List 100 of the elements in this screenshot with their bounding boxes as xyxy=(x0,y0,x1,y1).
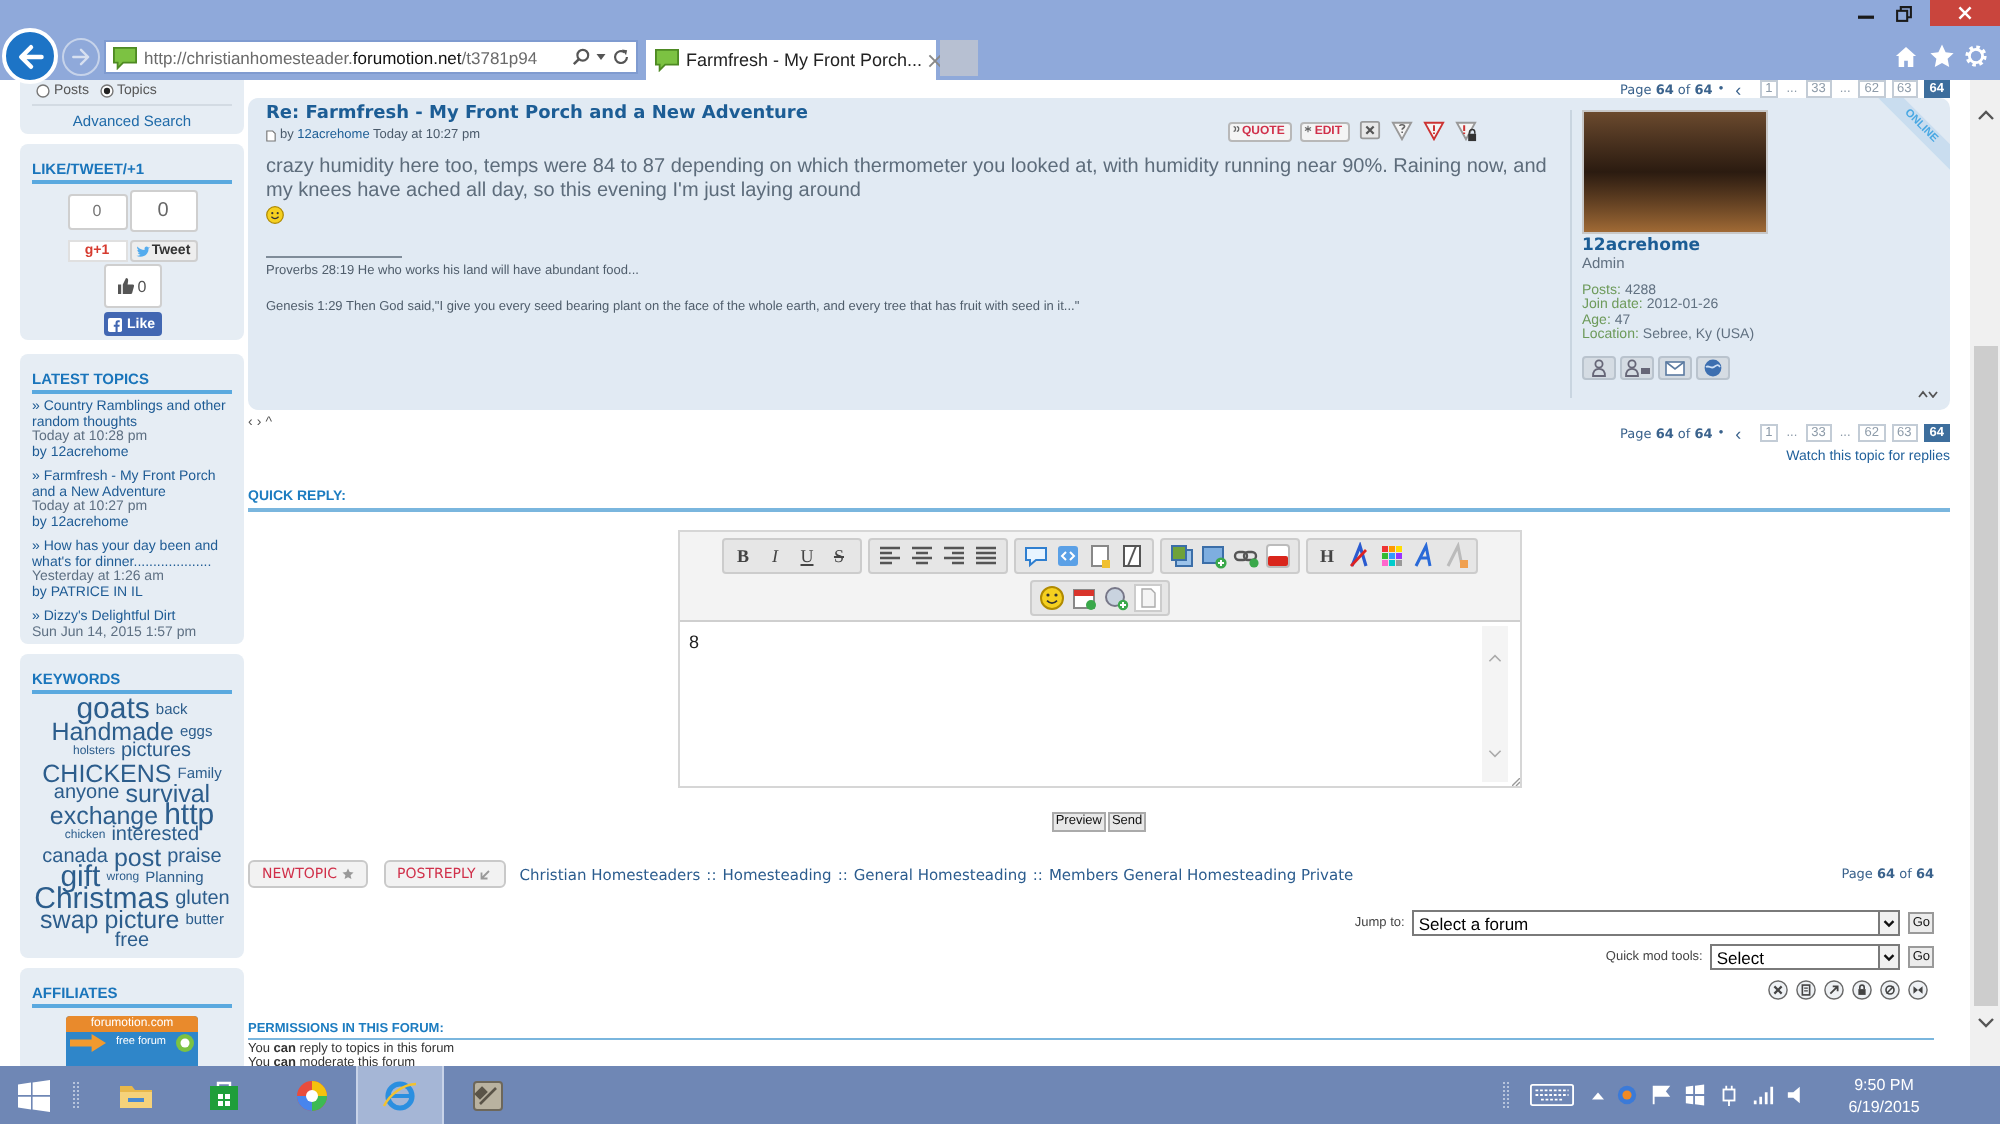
close-icon[interactable] xyxy=(928,53,943,67)
help-triangle-icon[interactable] xyxy=(1390,120,1414,142)
split-page-icon[interactable] xyxy=(1117,542,1145,570)
image-icon[interactable] xyxy=(1167,542,1195,570)
bird-icon xyxy=(135,245,150,257)
align-left-icon[interactable] xyxy=(875,542,903,570)
scrollbar-thumb[interactable] xyxy=(1973,346,1997,1006)
align-right-icon[interactable] xyxy=(939,542,967,570)
previous-page-link[interactable]: ‹ xyxy=(1735,81,1742,97)
radio-button[interactable] xyxy=(36,84,50,98)
star-icon[interactable] xyxy=(1930,44,1954,68)
video-icon[interactable] xyxy=(1263,542,1291,570)
close-window-button[interactable] xyxy=(1930,0,2000,26)
keyword-link[interactable]: interested xyxy=(111,826,200,847)
keyword-link[interactable]: CHICKENS xyxy=(42,763,172,784)
browser-tab[interactable]: Farmfresh - My Front Porch... xyxy=(646,40,936,80)
keyword-link[interactable]: survival xyxy=(125,784,211,805)
asterisk-icon xyxy=(1304,123,1313,133)
author-name-link[interactable]: 12acrehome xyxy=(1582,238,1950,256)
speech-bubble-icon[interactable] xyxy=(1021,542,1049,570)
page-scrollbar[interactable] xyxy=(1970,80,2000,1066)
delete-icon[interactable] xyxy=(1358,120,1382,142)
slash-icon[interactable] xyxy=(1880,980,1900,1000)
caret-up-icon[interactable] xyxy=(1592,1091,1604,1099)
clipboard-icon[interactable] xyxy=(1796,980,1816,1000)
underline-button[interactable]: U xyxy=(793,542,821,570)
italic-button[interactable]: I xyxy=(761,542,789,570)
signal-bars-icon[interactable] xyxy=(1752,1084,1774,1106)
back-button[interactable] xyxy=(2,28,58,84)
delete-icon[interactable] xyxy=(1768,980,1788,1000)
forum-select[interactable]: Select a forum xyxy=(1412,910,1901,936)
heading-button[interactable]: H xyxy=(1313,542,1341,570)
keyword-link[interactable]: Christmas xyxy=(34,889,170,910)
globe-icon[interactable] xyxy=(1696,356,1730,381)
keyboard-icon[interactable] xyxy=(1530,1084,1574,1106)
color-grid-icon[interactable] xyxy=(1377,542,1405,570)
envelope-icon[interactable] xyxy=(1658,356,1692,381)
image-add-icon[interactable] xyxy=(1199,542,1227,570)
home-icon[interactable] xyxy=(1894,46,1918,68)
page-icon xyxy=(266,130,276,142)
post-title[interactable]: Re: Farmfresh - My Front Porch and a New Adventure xyxy=(266,104,808,126)
person-message-icon[interactable] xyxy=(1620,356,1654,381)
lock-icon[interactable] xyxy=(1852,980,1872,1000)
radio-button[interactable] xyxy=(99,84,114,98)
message-field[interactable]: 8 xyxy=(679,622,1481,786)
search-icon[interactable] xyxy=(572,48,590,66)
speech-bubble-icon xyxy=(112,45,138,69)
resize-grip-icon[interactable] xyxy=(1511,778,1519,786)
settings-icon[interactable] xyxy=(1964,44,1988,68)
code-window-icon[interactable] xyxy=(1053,542,1081,570)
arrow-icon[interactable] xyxy=(1824,980,1844,1000)
browser-icon xyxy=(382,1077,418,1113)
keyword-link[interactable]: picture xyxy=(104,910,180,931)
clock-time: 9:50 PM xyxy=(1854,1073,1914,1095)
arrow-left-icon xyxy=(15,41,45,71)
power-plug-icon[interactable] xyxy=(1718,1084,1740,1106)
warning-triangle-icon[interactable] xyxy=(1422,120,1446,142)
chevron-up-icon[interactable] xyxy=(1977,110,1993,120)
shopping-bag-icon xyxy=(206,1077,242,1113)
speech-bubble-icon xyxy=(654,48,680,72)
keyword-link[interactable]: goats xyxy=(76,700,150,721)
keyword-link[interactable]: exchange xyxy=(49,805,159,826)
merge-icon[interactable] xyxy=(1908,980,1928,1000)
align-justify-icon[interactable] xyxy=(971,542,999,570)
flag-icon[interactable] xyxy=(1650,1084,1672,1106)
refresh-icon[interactable] xyxy=(612,48,630,66)
address-bar[interactable]: http://christianhomesteader.forumotion.net/t3781p94 xyxy=(104,40,638,74)
keyword-link[interactable]: anyone xyxy=(53,784,120,805)
text-color-icon[interactable] xyxy=(1345,542,1373,570)
keyword-link[interactable]: praise xyxy=(167,847,222,868)
up-down-arrows-icon[interactable] xyxy=(1918,390,1938,398)
align-center-icon[interactable] xyxy=(907,542,935,570)
caret-down-icon[interactable] xyxy=(596,54,606,60)
windows-icon[interactable] xyxy=(1684,1084,1706,1106)
keyword-link[interactable]: Handmade xyxy=(51,721,174,742)
calendar-icon[interactable] xyxy=(1069,584,1097,612)
add-circle-icon[interactable] xyxy=(1101,584,1129,612)
restore-icon[interactable] xyxy=(1896,5,1912,21)
windows-logo-icon[interactable] xyxy=(18,1079,50,1111)
previous-page-link[interactable]: ‹ xyxy=(1735,425,1742,441)
person-icon[interactable] xyxy=(1582,356,1616,381)
mod-tools-select[interactable]: Select xyxy=(1710,944,1901,970)
keyword-link[interactable]: pictures xyxy=(121,742,192,763)
keyword-link[interactable]: swap xyxy=(40,910,99,931)
warning-lock-icon[interactable] xyxy=(1454,120,1478,142)
strikethrough-button[interactable]: S xyxy=(825,542,853,570)
keyword-link[interactable]: post xyxy=(113,847,162,868)
keyword-link[interactable]: free xyxy=(114,931,150,952)
font-style-icon[interactable] xyxy=(1409,542,1437,570)
chevron-down-icon[interactable] xyxy=(1977,1018,1993,1028)
note-page-icon[interactable] xyxy=(1085,542,1113,570)
smiley-icon[interactable] xyxy=(1037,584,1065,612)
arrow-right-icon xyxy=(70,1034,106,1052)
keyword-link[interactable]: http xyxy=(164,805,215,826)
keyword-link[interactable]: gluten xyxy=(175,889,230,910)
toolbox-icon xyxy=(470,1077,506,1113)
bold-button[interactable]: B xyxy=(729,542,757,570)
address-text[interactable]: http://christianhomesteader.forumotion.net/t3781p94 xyxy=(144,47,566,67)
grip-icon xyxy=(72,1079,80,1111)
taskbar-button[interactable] xyxy=(356,1066,444,1124)
